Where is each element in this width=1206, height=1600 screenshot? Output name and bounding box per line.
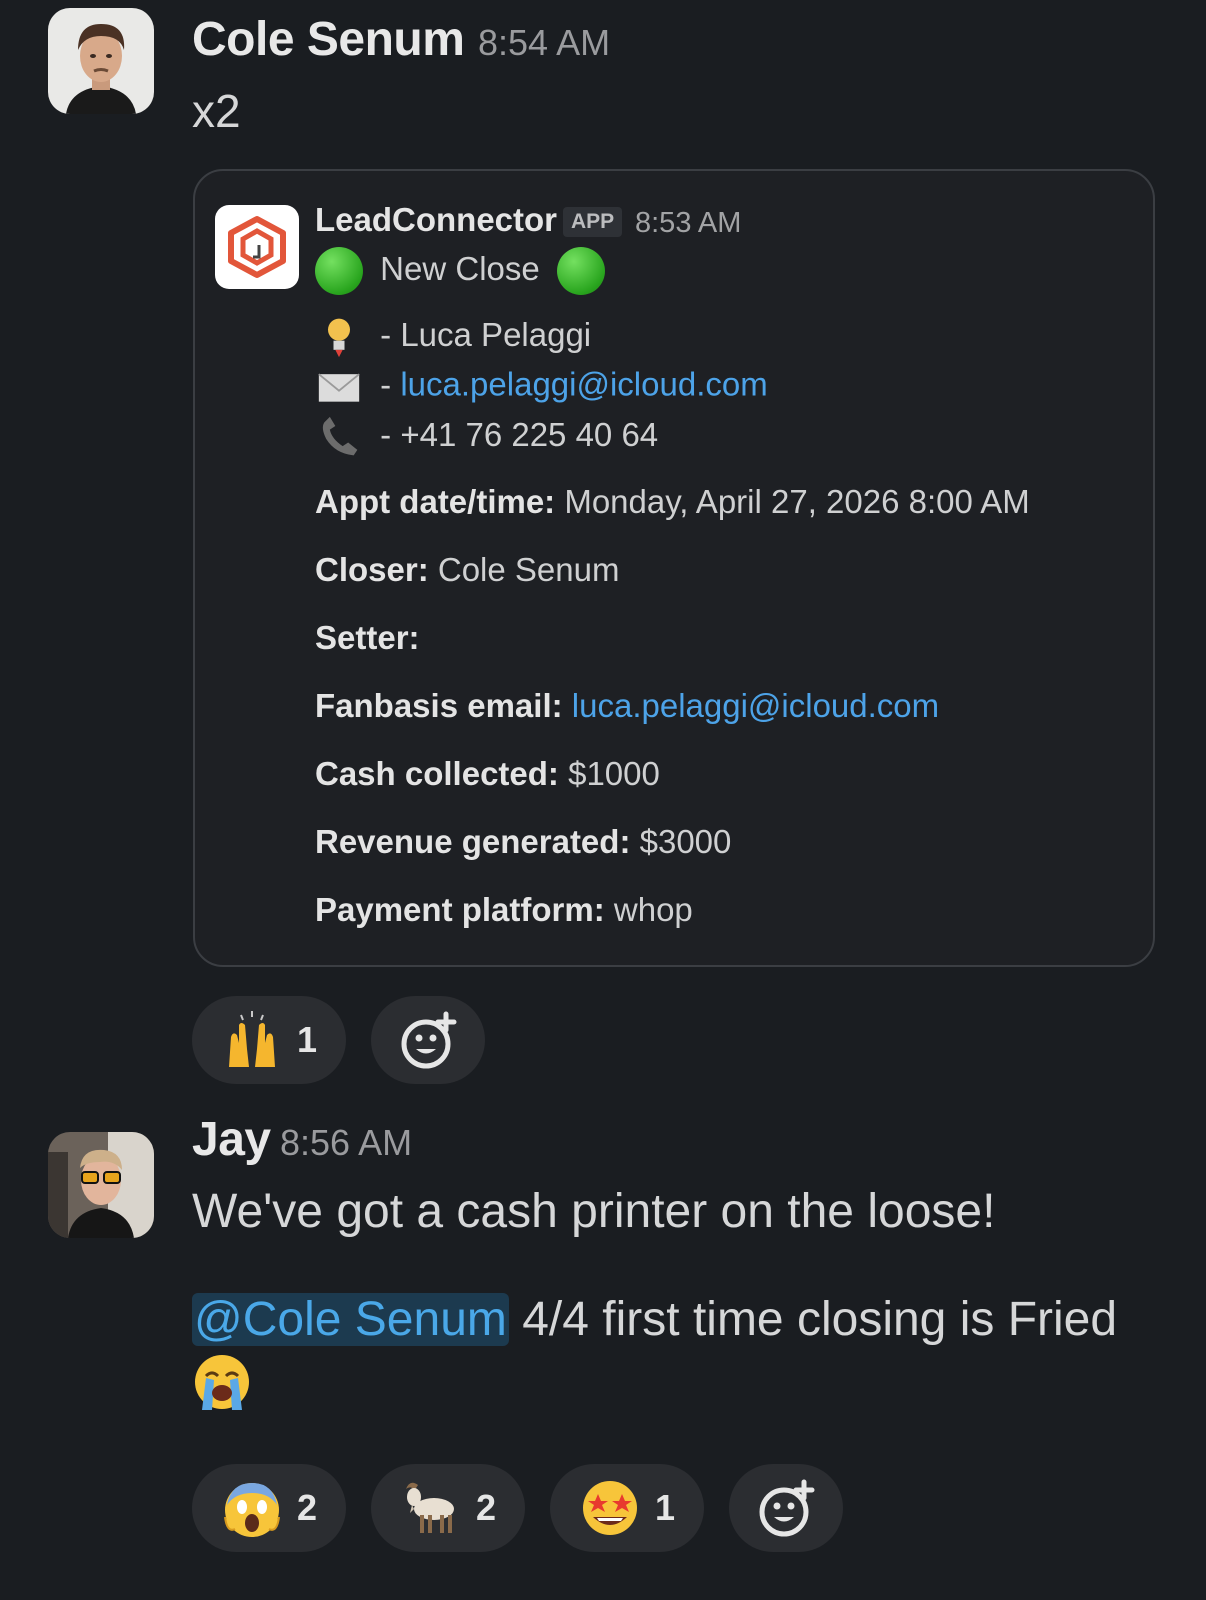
green-circle-icon	[556, 247, 605, 295]
raised-hands-icon	[228, 1011, 275, 1067]
field-label: Fanbasis email:	[315, 687, 563, 724]
reaction-count: 1	[296, 1019, 318, 1060]
contact-email-link[interactable]: luca.pelaggi@icloud.com	[400, 366, 767, 403]
contact-name-row: - Luca Pelaggi	[315, 315, 591, 359]
field-label: Cash collected:	[315, 755, 559, 792]
field-appt-datetime: Appt date/time: Monday, April 27, 2026 8…	[315, 483, 1030, 521]
field-label: Setter:	[315, 619, 420, 656]
field-value: $3000	[639, 823, 732, 860]
message-timestamp[interactable]: 8:54 AM	[478, 22, 610, 64]
app-attachment-card: LeadConnector APP 8:53 AM New Close - Lu…	[193, 169, 1155, 967]
message-line-2: @Cole Senum 4/4 first time closing is Fr…	[192, 1292, 1117, 1347]
add-reaction-button[interactable]	[729, 1464, 843, 1552]
field-cash-collected: Cash collected: $1000	[315, 755, 660, 793]
contact-phone-row: - +41 76 225 40 64	[315, 415, 658, 459]
reaction-goat[interactable]: 2	[371, 1464, 525, 1552]
goat-icon	[405, 1482, 454, 1533]
leadconnector-logo-icon[interactable]	[215, 205, 299, 289]
message-text: x2	[192, 85, 241, 137]
fanbasis-email-link[interactable]: luca.pelaggi@icloud.com	[572, 687, 939, 724]
avatar-cole-senum[interactable]	[48, 8, 154, 114]
field-closer: Closer: Cole Senum	[315, 551, 619, 589]
person-tipping-icon	[328, 318, 350, 358]
message-timestamp[interactable]: 8:56 AM	[280, 1122, 412, 1164]
author-name[interactable]: Cole Senum	[192, 12, 465, 67]
field-value: Cole Senum	[437, 551, 620, 588]
user-mention[interactable]: @Cole Senum	[192, 1293, 509, 1346]
green-circle-icon	[315, 247, 363, 295]
app-badge: APP	[563, 207, 623, 237]
reaction-screaming-face[interactable]: 2	[192, 1464, 346, 1552]
loudly-crying-face-icon	[192, 1352, 252, 1417]
field-label: Appt date/time:	[315, 483, 556, 520]
screaming-face-icon	[223, 1483, 280, 1537]
telephone-icon	[322, 416, 358, 456]
author-name[interactable]: Jay	[192, 1112, 271, 1167]
add-reaction-icon	[759, 1479, 815, 1537]
headline-text: New Close	[380, 249, 540, 287]
field-value: Monday, April 27, 2026 8:00 AM	[564, 483, 1030, 520]
message-line-2-text: 4/4 first time closing is Fried	[522, 1293, 1118, 1346]
add-reaction-button[interactable]	[371, 996, 485, 1084]
reaction-count: 1	[654, 1487, 676, 1528]
reaction-count: 2	[475, 1487, 497, 1528]
field-value: whop	[613, 891, 693, 928]
field-label: Closer:	[315, 551, 429, 588]
message-jay: Jay 8:56 AM We've got a cash printer on …	[0, 1080, 1206, 1600]
field-payment-platform: Payment platform: whop	[315, 891, 693, 929]
reaction-count: 2	[296, 1487, 318, 1528]
avatar-jay[interactable]	[48, 1132, 154, 1238]
field-label: Revenue generated:	[315, 823, 631, 860]
app-timestamp[interactable]: 8:53 AM	[635, 207, 741, 240]
contact-email-prefix: -	[380, 365, 392, 403]
contact-phone: - +41 76 225 40 64	[380, 415, 659, 453]
message-cole: Cole Senum 8:54 AM x2 LeadConnector APP …	[0, 0, 1206, 1084]
envelope-icon	[318, 373, 360, 402]
field-label: Payment platform:	[315, 891, 605, 928]
star-struck-icon	[582, 1481, 637, 1535]
app-name[interactable]: LeadConnector	[315, 201, 557, 239]
headline-row: New Close	[315, 247, 605, 295]
field-setter: Setter:	[315, 619, 420, 657]
field-fanbasis-email: Fanbasis email: luca.pelaggi@icloud.com	[315, 687, 939, 725]
contact-email-row: - luca.pelaggi@icloud.com	[315, 365, 768, 409]
add-reaction-icon	[401, 1011, 457, 1069]
reaction-star-struck[interactable]: 1	[550, 1464, 704, 1552]
message-line-1: We've got a cash printer on the loose!	[192, 1185, 996, 1238]
contact-name: - Luca Pelaggi	[380, 315, 592, 353]
reaction-raised-hands[interactable]: 1	[192, 996, 346, 1084]
field-revenue-generated: Revenue generated: $3000	[315, 823, 731, 861]
field-value: $1000	[568, 755, 660, 792]
